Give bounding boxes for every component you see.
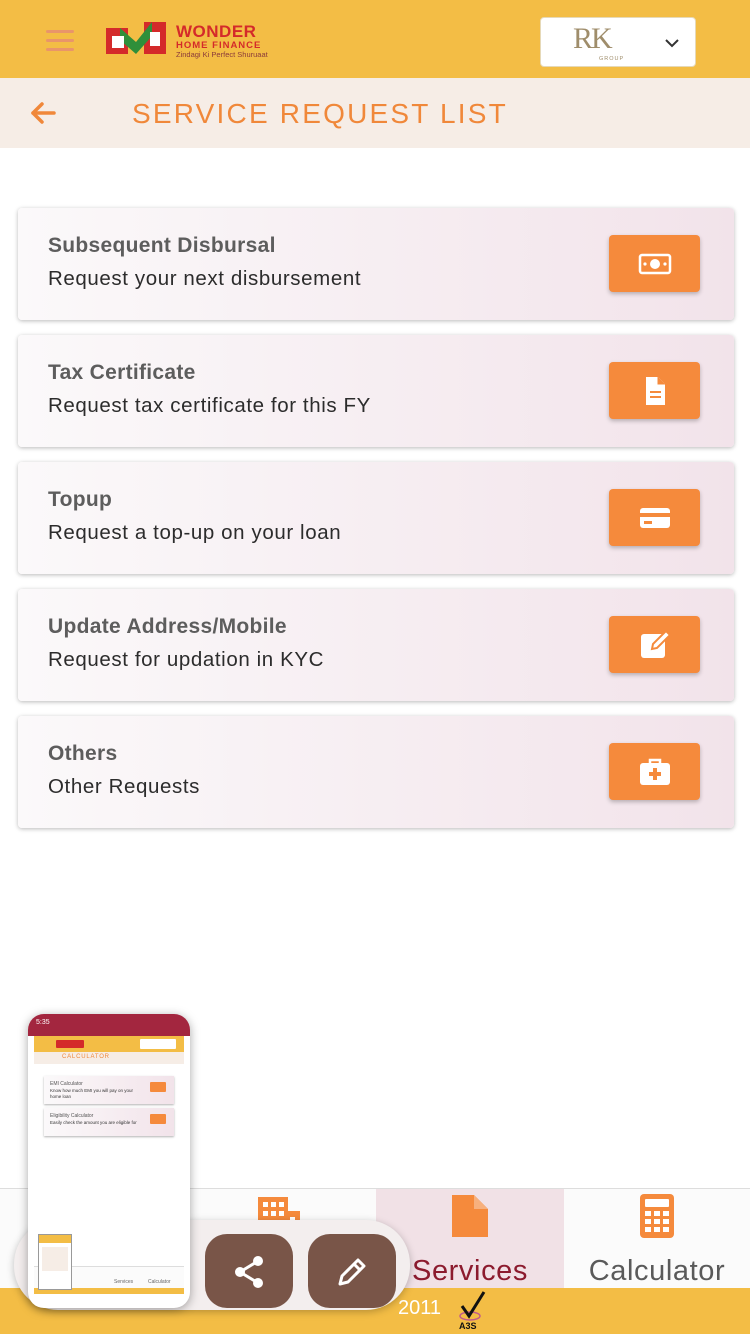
tax-certificate-button[interactable] (609, 362, 700, 419)
group-logo-sub: GROUP (599, 56, 625, 62)
service-description: Request a top-up on your loan (48, 521, 342, 544)
medkit-icon (640, 758, 670, 785)
title-bar: SERVICE REQUEST LIST (0, 78, 750, 148)
preview-logo (56, 1040, 84, 1048)
preview-nav-label: Calculator (148, 1279, 171, 1285)
others-button[interactable] (609, 743, 700, 800)
service-title: Subsequent Disbursal (48, 234, 276, 257)
calculator-icon (640, 1194, 674, 1238)
preview-mini-thumbnail (38, 1234, 72, 1290)
service-description: Request tax certificate for this FY (48, 394, 371, 417)
wonder-logo-icon (106, 22, 166, 54)
share-button[interactable] (205, 1234, 293, 1308)
preview-status-time: 5:35 (36, 1019, 50, 1026)
topup-button[interactable] (609, 489, 700, 546)
group-logo-text: RK (573, 22, 613, 55)
preview-title-bar: CALCULATOR (34, 1052, 184, 1064)
pencil-icon (338, 1258, 366, 1286)
money-icon (638, 253, 672, 275)
recording-preview-thumbnail[interactable]: 5:35 CALCULATOR EMI Calculator Know how … (28, 1014, 190, 1308)
service-description: Request your next disbursement (48, 267, 362, 290)
brand-logo: WONDER HOME FINANCE Zindagi Ki Perfect S… (104, 18, 294, 60)
service-title: Tax Certificate (48, 361, 196, 384)
preview-card: Eligibility Calculator Easily check the … (44, 1108, 174, 1136)
service-description: Other Requests (48, 775, 200, 798)
file-icon (452, 1195, 488, 1237)
app-header: WONDER HOME FINANCE Zindagi Ki Perfect S… (0, 0, 750, 78)
preview-card-title: EMI Calculator (50, 1081, 83, 1087)
preview-header (34, 1036, 184, 1052)
nav-label-calculator: Calculator (588, 1255, 726, 1287)
preview-mini-header (39, 1235, 71, 1243)
service-card-others[interactable]: Others Other Requests (18, 716, 734, 828)
menu-icon[interactable] (46, 30, 74, 52)
page-title: SERVICE REQUEST LIST (132, 98, 508, 129)
brand-tagline: Zindagi Ki Perfect Shuruaat (176, 50, 268, 59)
service-card-subsequent-disbursal[interactable]: Subsequent Disbursal Request your next d… (18, 208, 734, 320)
subsequent-disbursal-button[interactable] (609, 235, 700, 292)
preview-card: EMI Calculator Know how much EMI you wil… (44, 1076, 174, 1104)
service-description: Request for updation in KYC (48, 648, 325, 671)
preview-card-desc: Know how much EMI you will pay on your h… (50, 1088, 134, 1099)
preview-card-title: Eligibility Calculator (50, 1113, 94, 1119)
update-address-mobile-button[interactable] (609, 616, 700, 673)
preview-card-button (150, 1114, 166, 1124)
preview-status-bar: 5:35 (28, 1014, 190, 1036)
footer-text: 2011 (398, 1297, 442, 1319)
preview-mini-content (42, 1247, 68, 1271)
file-icon (646, 377, 665, 405)
preview-card-desc: Easily check the amount you are eligible… (50, 1120, 137, 1125)
a3s-badge: A3S (459, 1321, 477, 1331)
share-icon (235, 1256, 263, 1288)
chevron-down-icon (665, 39, 679, 48)
nav-item-calculator[interactable]: Calculator (564, 1189, 750, 1289)
edit-button[interactable] (308, 1234, 396, 1308)
app-screen: WONDER HOME FINANCE Zindagi Ki Perfect S… (0, 0, 750, 1334)
service-title: Others (48, 742, 118, 765)
preview-group-selector (140, 1039, 176, 1049)
preview-nav-label: Services (114, 1279, 134, 1285)
preview-title: CALCULATOR (62, 1054, 110, 1060)
edit-icon (641, 629, 672, 658)
brand-name: WONDER (176, 22, 257, 41)
service-title: Update Address/Mobile (48, 615, 287, 638)
group-selector[interactable]: RK GROUP (540, 17, 696, 67)
back-arrow-icon[interactable] (30, 100, 56, 126)
service-card-update-address-mobile[interactable]: Update Address/Mobile Request for updati… (18, 589, 734, 701)
preview-card-button (150, 1082, 166, 1092)
service-card-topup[interactable]: Topup Request a top-up on your loan (18, 462, 734, 574)
service-title: Topup (48, 488, 113, 511)
service-card-tax-certificate[interactable]: Tax Certificate Request tax certificate … (18, 335, 734, 447)
card-icon (640, 508, 670, 528)
